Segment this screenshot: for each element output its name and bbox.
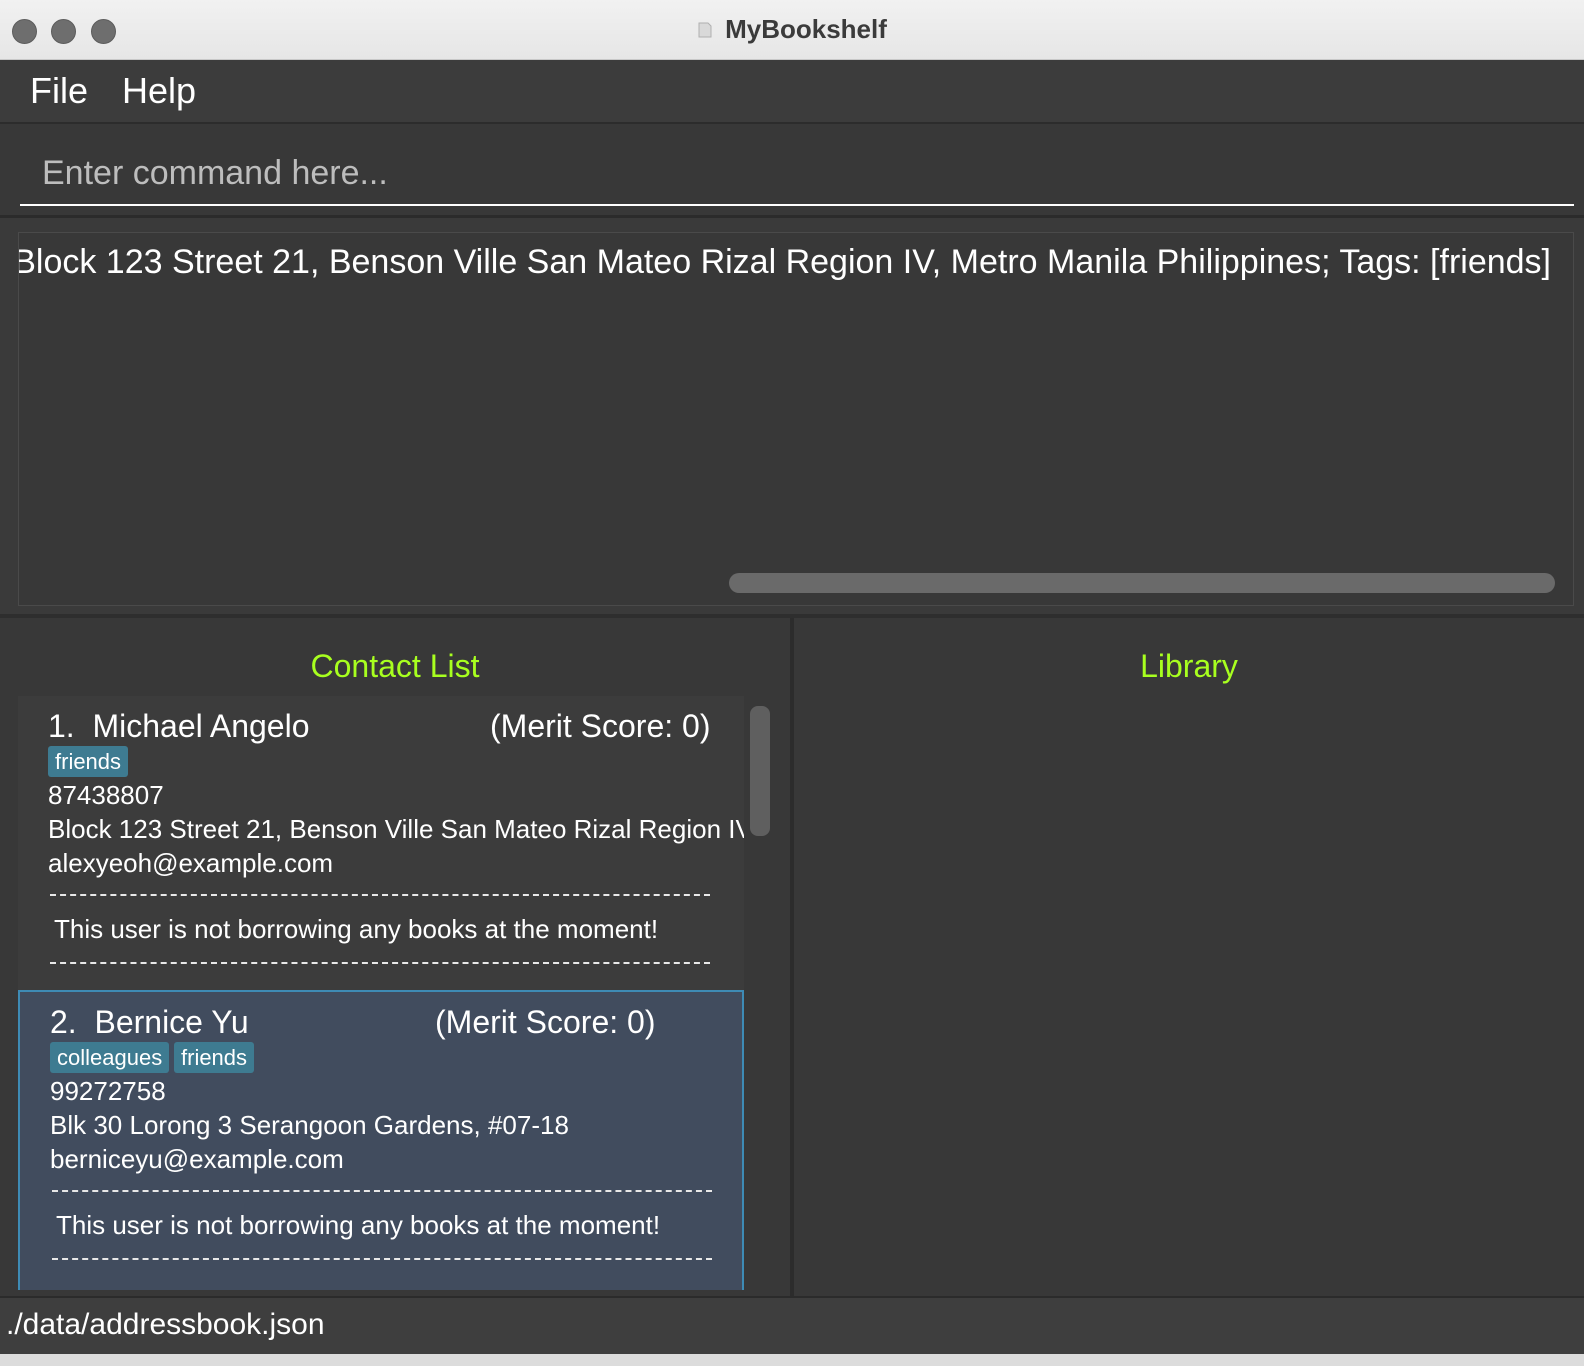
menu-help[interactable]: Help — [122, 70, 196, 112]
command-box — [0, 124, 1584, 218]
contact-phone: 99272758 — [50, 1076, 166, 1106]
contact-index: 1. — [48, 708, 75, 744]
contact-email: alexyeoh@example.com — [48, 848, 334, 878]
library-title: Library — [1140, 648, 1238, 684]
window-title-group: MyBookshelf — [0, 14, 1584, 45]
contact-borrow-status: This user is not borrowing any books at … — [56, 1210, 661, 1240]
divider-line — [50, 962, 710, 964]
contact-name-row: 2. Bernice Yu — [50, 1004, 249, 1041]
menu-bar: File Help — [0, 60, 1584, 124]
contact-borrow-status: This user is not borrowing any books at … — [54, 914, 659, 944]
contact-name: Bernice Yu — [94, 1004, 249, 1040]
window-title: MyBookshelf — [725, 14, 887, 44]
contact-name: Michael Angelo — [92, 708, 310, 744]
contact-tag: friends — [48, 746, 129, 777]
contact-card-selected[interactable]: 2. Bernice Yu (Merit Score: 0) colleague… — [18, 990, 744, 1290]
contact-merit-score: (Merit Score: 0) — [435, 1004, 656, 1040]
library-panel: Library — [794, 618, 1584, 1306]
document-icon — [698, 22, 712, 38]
app-window: MyBookshelf File Help lress: Block 123 S… — [0, 0, 1584, 1366]
status-file-path: ./data/addressbook.json — [6, 1308, 325, 1341]
contact-merit-score: (Merit Score: 0) — [490, 708, 711, 744]
contact-index: 2. — [50, 1004, 77, 1040]
contact-email: berniceyu@example.com — [50, 1144, 344, 1174]
result-text: lress: Block 123 Street 21, Benson Ville… — [18, 243, 1551, 281]
divider-line — [52, 1190, 712, 1192]
contact-list-panel: Contact List 1. Michael Angelo (Merit Sc… — [0, 618, 794, 1306]
divider-line — [52, 1258, 712, 1260]
title-bar: MyBookshelf — [0, 0, 1584, 60]
result-horizontal-scrollbar[interactable] — [729, 573, 1555, 593]
status-bar: ./data/addressbook.json — [0, 1296, 1584, 1354]
contact-list-scrollbar[interactable] — [750, 706, 770, 836]
contact-tag: friends — [174, 1042, 255, 1073]
contact-tag: colleagues — [50, 1042, 170, 1073]
contact-address: Block 123 Street 21, Benson Ville San Ma… — [48, 814, 744, 844]
divider-line — [50, 894, 710, 896]
menu-file[interactable]: File — [30, 70, 88, 112]
window-bottom-edge — [0, 1354, 1584, 1366]
contact-list[interactable]: 1. Michael Angelo (Merit Score: 0) frien… — [18, 696, 744, 1290]
command-input[interactable] — [20, 142, 1574, 206]
contact-address: Blk 30 Lorong 3 Serangoon Gardens, #07-1… — [50, 1110, 569, 1140]
contact-card[interactable]: 1. Michael Angelo (Merit Score: 0) frien… — [18, 696, 744, 990]
contact-phone: 87438807 — [48, 780, 164, 810]
result-display[interactable]: lress: Block 123 Street 21, Benson Ville… — [18, 232, 1574, 606]
contact-list-title: Contact List — [310, 648, 480, 684]
contact-name-row: 1. Michael Angelo — [48, 708, 310, 745]
